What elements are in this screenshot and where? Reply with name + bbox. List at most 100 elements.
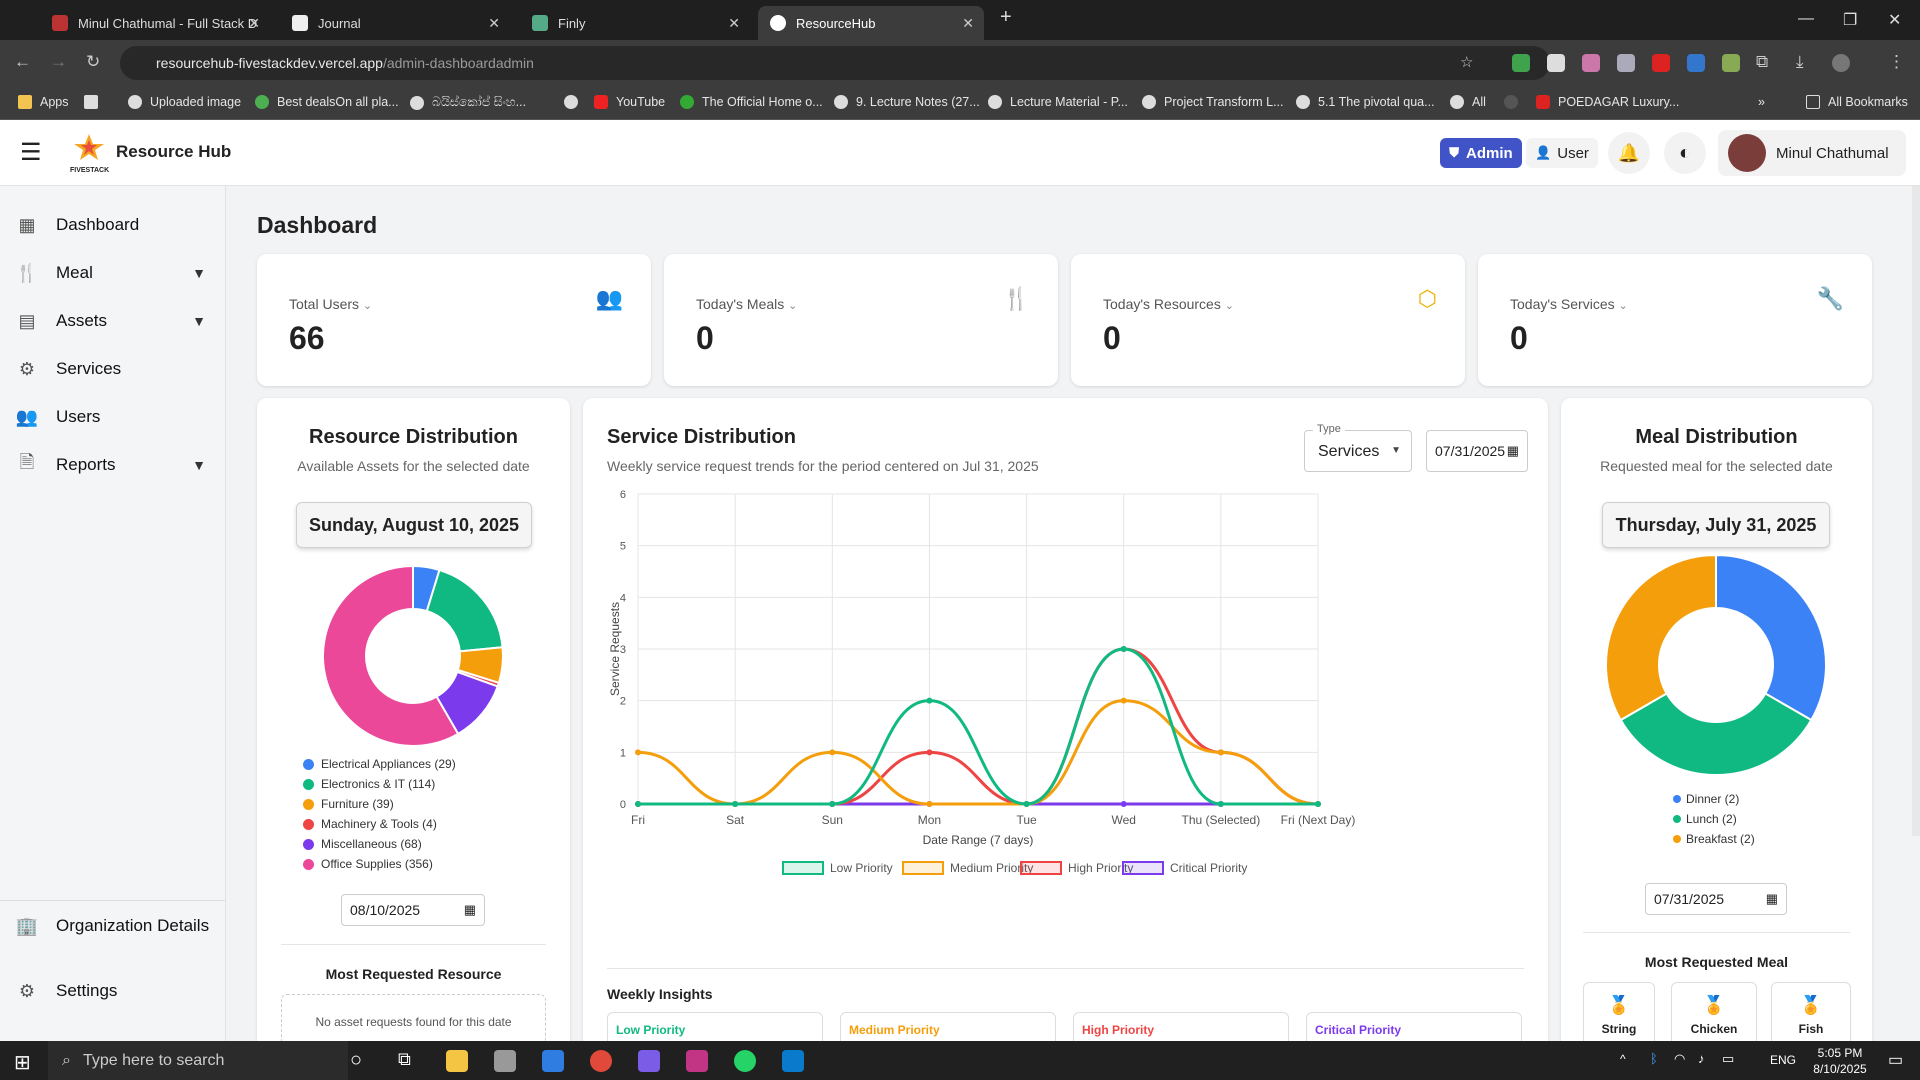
todo-icon[interactable] [542,1050,564,1072]
scrollbar[interactable] [1912,186,1920,836]
extension-icon[interactable] [1547,54,1565,72]
admin-toggle-button[interactable]: ⛊ Admin [1440,138,1522,168]
bookmark[interactable]: All [1450,95,1486,109]
close-icon[interactable]: ✕ [728,15,740,32]
cortana-icon[interactable]: ○ [350,1049,362,1072]
legend-swatch-high-priority[interactable] [1020,861,1062,875]
legend-swatch-medium-priority[interactable] [902,861,944,875]
menu-kebab-icon[interactable]: ⋮ [1888,52,1905,72]
bookmark[interactable]: 5.1 The pivotal qua... [1296,95,1435,109]
notifications-icon[interactable]: ▭ [1888,1050,1903,1070]
language-indicator[interactable]: ENG [1770,1053,1796,1067]
whatsapp-icon[interactable] [734,1050,756,1072]
legend-swatch-critical-priority[interactable] [1122,861,1164,875]
sidebar-item-users[interactable]: 👥 Users [0,397,226,437]
bookmark[interactable]: YouTube [594,95,665,109]
chevron-down-icon[interactable]: ⌄ [788,300,797,312]
bookmark[interactable]: Uploaded image [128,95,241,109]
selected-date-button[interactable]: Thursday, July 31, 2025 [1602,502,1830,548]
profile-menu[interactable]: Minul Chathumal [1718,130,1906,176]
bookmark[interactable] [1504,95,1526,109]
sidebar-item-services[interactable]: ⚙ Services [0,349,226,389]
extension-icon[interactable] [1652,54,1670,72]
browser-tab-active[interactable]: ResourceHub ✕ [758,6,984,40]
volume-icon[interactable]: ♪ [1698,1051,1705,1066]
clock[interactable]: 5:05 PM 8/10/2025 [1800,1045,1880,1077]
wifi-icon[interactable]: ◠ [1674,1051,1685,1067]
bookmark[interactable]: The Official Home o... [680,95,823,109]
bookmark-apps[interactable]: Apps [18,95,69,109]
avatar [1728,134,1766,172]
browser-tab[interactable]: Minul Chathumal - Full Stack D ✕ [40,6,270,40]
tray-chevron-icon[interactable]: ^ [1620,1052,1626,1066]
minimize-icon[interactable]: — [1798,10,1814,28]
sidebar-item-dashboard[interactable]: ▦ Dashboard [0,205,226,245]
close-icon[interactable]: ✕ [962,15,974,32]
legend-swatch-low-priority[interactable] [782,861,824,875]
legend-label-low-priority[interactable]: Low Priority [830,861,893,875]
copilot-icon[interactable] [638,1050,660,1072]
extensions-puzzle-icon[interactable]: ⧉ [1756,52,1768,72]
sidebar-item-assets[interactable]: ▤ Assets ▼ [0,301,226,341]
all-bookmarks[interactable]: All Bookmarks [1806,95,1908,109]
bluetooth-icon[interactable]: ᛒ [1650,1051,1658,1066]
bookmark-favicon-icon [1536,95,1550,109]
notification-bell-icon[interactable]: 🔔 [1608,132,1650,174]
extension-icon[interactable] [1617,54,1635,72]
chevron-down-icon[interactable]: ⌄ [1225,300,1234,312]
type-select[interactable]: Type Services ▼ [1304,423,1412,472]
app-icon[interactable] [686,1050,708,1072]
forward-icon[interactable]: → [50,52,67,72]
more-bookmarks-icon[interactable]: » [1758,95,1765,109]
bookmark-grid[interactable] [84,95,106,109]
service-date-input[interactable]: 07/31/2025 ▦ [1426,430,1528,472]
app-icon[interactable] [494,1050,516,1072]
star-icon[interactable]: ☆ [1460,53,1473,71]
extension-icon[interactable] [1512,54,1530,72]
extension-icon[interactable] [1582,54,1600,72]
chevron-down-icon[interactable]: ⌄ [1619,300,1628,312]
legend-label-critical-priority[interactable]: Critical Priority [1170,861,1247,875]
close-window-icon[interactable]: ✕ [1888,10,1901,30]
close-icon[interactable]: ✕ [488,15,500,32]
sidebar-item-reports[interactable]: 🗎 Reports ▼ [0,445,226,485]
resource-date-input[interactable]: 08/10/2025 ▦ [341,894,485,926]
chevron-down-icon[interactable]: ⌄ [363,300,372,312]
back-icon[interactable]: ← [14,52,31,72]
new-tab-icon[interactable]: + [1000,6,1012,29]
empty-state: No asset requests found for this date [281,994,546,1041]
extension-icon[interactable] [1687,54,1705,72]
hamburger-menu-icon[interactable]: ☰ [20,138,42,167]
task-view-icon[interactable]: ⧉ [398,1049,411,1070]
bookmark[interactable] [564,95,586,109]
sidebar-item-meal[interactable]: 🍴 Meal ▼ [0,253,226,293]
browser-tab[interactable]: Journal ✕ [280,6,510,40]
bookmark[interactable]: Project Transform L... [1142,95,1283,109]
google-icon [1450,95,1464,109]
chrome-icon[interactable] [590,1050,612,1072]
user-toggle-button[interactable]: 👤 User [1526,138,1598,168]
sidebar-item-settings[interactable]: ⚙ Settings [0,971,226,1011]
windows-start-icon[interactable]: ⊞ [14,1050,31,1075]
reload-icon[interactable]: ↻ [86,52,100,72]
browser-tab[interactable]: Finly ✕ [520,6,750,40]
extension-icon[interactable] [1722,54,1740,72]
bookmark[interactable]: Lecture Material - P... [988,95,1128,109]
vscode-icon[interactable] [782,1050,804,1072]
restore-icon[interactable]: ❐ [1843,10,1857,30]
meal-date-input[interactable]: 07/31/2025 ▦ [1645,883,1787,915]
url-input[interactable]: resourcehub-fivestackdev.vercel.app/admi… [120,46,1550,80]
download-icon[interactable]: ⤓ [1796,52,1804,72]
sidebar-item-organization[interactable]: 🏢 Organization Details [0,906,226,946]
battery-icon[interactable]: ▭ [1722,1051,1734,1067]
close-icon[interactable]: ✕ [248,15,260,32]
profile-avatar[interactable] [1832,54,1850,72]
taskbar-search[interactable]: ⌕ Type here to search [48,1041,348,1080]
theme-toggle-icon[interactable]: ◐ [1664,132,1706,174]
bookmark[interactable]: බයිස්කෝප් සිංහ... [410,95,526,110]
selected-date-button[interactable]: Sunday, August 10, 2025 [296,502,532,548]
bookmark[interactable]: POEDAGAR Luxury... [1536,95,1679,109]
bookmark[interactable]: 9. Lecture Notes (27... [834,95,980,109]
bookmark[interactable]: Best dealsOn all pla... [255,95,399,109]
file-explorer-icon[interactable] [446,1050,468,1072]
